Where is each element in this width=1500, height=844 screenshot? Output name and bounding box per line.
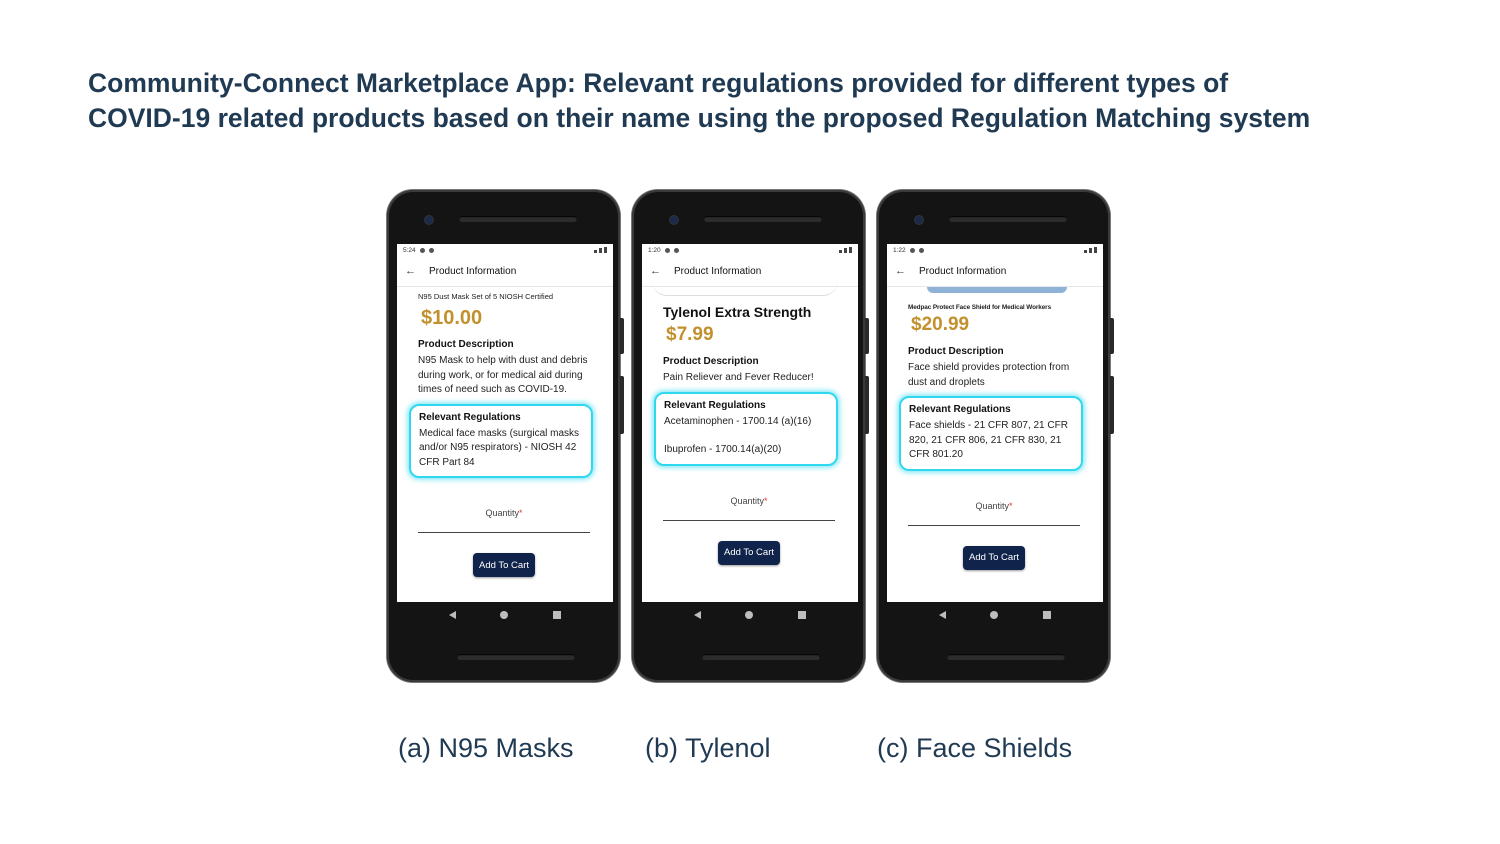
- app-bar-title: Product Information: [674, 265, 762, 277]
- app-bar-title: Product Information: [429, 265, 517, 277]
- settings-status-icon: [419, 247, 425, 253]
- description-heading: Product Description: [663, 356, 759, 367]
- phone-screen: 1:20 ← Product Information Tylenol Extra…: [642, 244, 858, 602]
- speaker-grille: [457, 654, 575, 660]
- back-arrow-icon[interactable]: ←: [895, 265, 919, 277]
- settings-status-icon: [664, 247, 670, 253]
- product-description: N95 Mask to help with dust and debris du…: [418, 355, 588, 396]
- slide-title-line-2: COVID-19 related products based on their…: [88, 103, 1311, 133]
- caption-face-shields: (c) Face Shields: [877, 733, 1073, 763]
- nav-recents-icon[interactable]: [1042, 611, 1051, 619]
- product-image-edge: [652, 281, 838, 296]
- relevant-regulations-box: Relevant Regulations Medical face masks …: [409, 403, 593, 479]
- product-name: N95 Dust Mask Set of 5 NIOSH Certified: [418, 292, 554, 301]
- product-image: [927, 287, 1067, 293]
- notification-status-icon: [673, 247, 679, 253]
- description-heading: Product Description: [908, 346, 1004, 357]
- regulations-heading: Relevant Regulations: [664, 399, 766, 411]
- product-price: $10.00: [421, 307, 483, 329]
- caption-n95-masks: (a) N95 Masks: [398, 733, 574, 763]
- app-bar-title: Product Information: [919, 265, 1007, 277]
- phone-tylenol: 1:20 ← Product Information Tylenol Extra…: [632, 190, 869, 682]
- add-to-cart-button[interactable]: Add To Cart: [718, 540, 780, 565]
- front-camera-icon: [670, 216, 678, 224]
- front-camera-icon: [915, 216, 923, 224]
- product-description: Face shield provides protection from dus…: [908, 362, 1070, 388]
- nav-back-icon[interactable]: [694, 611, 702, 619]
- signal-battery-icon: [1084, 247, 1097, 253]
- regulations-heading: Relevant Regulations: [909, 404, 1011, 416]
- product-details: N95 Dust Mask Set of 5 NIOSH Certified $…: [397, 287, 613, 599]
- product-price: $20.99: [911, 314, 970, 335]
- required-asterisk: *: [764, 495, 768, 506]
- android-nav-bar: [642, 602, 858, 628]
- phone-screen: 5:24 ← Product Information N95 Dust Mask…: [397, 244, 613, 602]
- status-time: 1:20: [648, 246, 661, 254]
- required-asterisk: *: [519, 508, 523, 519]
- back-arrow-icon[interactable]: ←: [405, 265, 429, 277]
- nav-recents-icon[interactable]: [797, 611, 806, 619]
- nav-home-icon[interactable]: [990, 611, 999, 619]
- quantity-label: Quantity*: [975, 500, 1013, 511]
- regulation-item: Face shields - 21 CFR 807, 21 CFR 820, 2…: [909, 420, 1068, 461]
- nav-home-icon[interactable]: [745, 611, 754, 619]
- notification-status-icon: [918, 247, 924, 253]
- regulations-heading: Relevant Regulations: [419, 411, 521, 423]
- speaker-grille: [947, 654, 1065, 660]
- caption-tylenol: (b) Tylenol: [645, 733, 771, 763]
- slide-title-line-1: Community-Connect Marketplace App: Relev…: [88, 68, 1229, 98]
- signal-battery-icon: [594, 247, 607, 253]
- quantity-label: Quantity*: [730, 495, 768, 506]
- status-bar: 5:24: [397, 244, 613, 256]
- slide-title: Community-Connect Marketplace App: Relev…: [88, 66, 1468, 136]
- quantity-label: Quantity*: [485, 508, 523, 519]
- relevant-regulations-box: Relevant Regulations Face shields - 21 C…: [899, 396, 1083, 471]
- nav-back-icon[interactable]: [449, 611, 457, 619]
- signal-battery-icon: [839, 247, 852, 253]
- speaker-grille: [459, 216, 577, 222]
- regulation-item: Acetaminophen - 1700.14 (a)(16): [664, 415, 812, 427]
- app-bar: ← Product Information: [397, 256, 613, 287]
- speaker-grille: [702, 654, 820, 660]
- status-time: 5:24: [403, 246, 416, 254]
- speaker-grille: [949, 216, 1067, 222]
- nav-home-icon[interactable]: [500, 611, 509, 619]
- front-camera-icon: [425, 216, 433, 224]
- notification-status-icon: [428, 247, 434, 253]
- product-details: Tylenol Extra Strength $7.99 Product Des…: [642, 287, 858, 599]
- nav-back-icon[interactable]: [939, 611, 947, 619]
- add-to-cart-button[interactable]: Add To Cart: [963, 545, 1025, 570]
- product-description: Pain Reliever and Fever Reducer!: [663, 372, 814, 383]
- status-time: 1:22: [893, 246, 906, 254]
- regulation-item: Ibuprofen - 1700.14(a)(20): [664, 444, 782, 456]
- back-arrow-icon[interactable]: ←: [650, 265, 674, 277]
- status-bar: 1:22: [887, 244, 1103, 256]
- app-bar: ← Product Information: [887, 256, 1103, 287]
- phone-n95-masks: 5:24 ← Product Information N95 Dust Mask…: [387, 190, 624, 682]
- regulation-item: Medical face masks (surgical masks and/o…: [419, 427, 580, 468]
- speaker-grille: [704, 216, 822, 222]
- android-nav-bar: [887, 602, 1103, 628]
- settings-status-icon: [909, 247, 915, 253]
- quantity-input[interactable]: [418, 532, 590, 534]
- add-to-cart-button[interactable]: Add To Cart: [473, 553, 535, 578]
- android-nav-bar: [397, 602, 613, 628]
- product-price: $7.99: [666, 324, 714, 345]
- quantity-input[interactable]: [908, 524, 1080, 526]
- product-details: Medpac Protect Face Shield for Medical W…: [887, 287, 1103, 599]
- phone-screen: 1:22 ← Product Information Medpac Protec…: [887, 244, 1103, 602]
- required-asterisk: *: [1009, 500, 1013, 511]
- description-heading: Product Description: [418, 339, 514, 350]
- status-bar: 1:20: [642, 244, 858, 256]
- nav-recents-icon[interactable]: [552, 611, 561, 619]
- quantity-input[interactable]: [663, 519, 835, 521]
- relevant-regulations-box: Relevant Regulations Acetaminophen - 170…: [654, 391, 838, 466]
- phone-face-shields: 1:22 ← Product Information Medpac Protec…: [877, 190, 1114, 682]
